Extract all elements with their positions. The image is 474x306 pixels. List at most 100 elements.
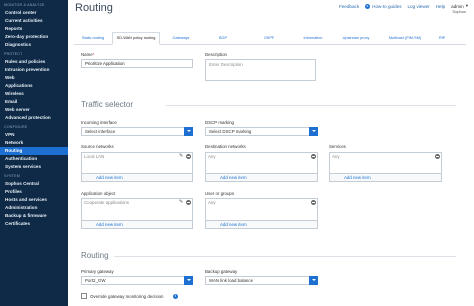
how-to-guides-link[interactable]: ▸ How-to guides [365, 3, 402, 9]
sidebar-item-email[interactable]: Email [0, 98, 68, 106]
top-links: Feedback ▸ How-to guides Log viewer Help … [339, 3, 468, 9]
sidebar-item-web-server[interactable]: Web server [0, 106, 68, 114]
primary-gateway-select[interactable]: Port2_GW [81, 276, 193, 285]
remove-icon[interactable] [435, 154, 440, 159]
pencil-icon[interactable]: ✎ [179, 154, 184, 159]
destination-network-item: Any [208, 154, 216, 159]
chevron-down-icon [309, 276, 318, 285]
sidebar-item-vpn[interactable]: VPN [0, 131, 68, 139]
sidebar-item-sophos-central[interactable]: Sophos Central [0, 180, 68, 188]
tab-sdwan-policy-routing[interactable]: SD-WAN policy routing [112, 32, 160, 45]
sidebar-item-authentication[interactable]: Authentication [0, 155, 68, 163]
sidebar-item-web[interactable]: Web [0, 74, 68, 82]
user-name: admin [451, 3, 464, 9]
application-object-list: Cooperate applications ✎ Add new item [81, 198, 193, 229]
service-item: Any [332, 154, 340, 159]
incoming-interface-value: Select interface [85, 129, 116, 134]
name-input[interactable]: Prioritize Application [81, 59, 193, 68]
sidebar-item-current-activities[interactable]: Current activities [0, 17, 68, 25]
sidebar: MONITOR & ANALYZE Control center Current… [0, 0, 68, 306]
sidebar-section-protect: PROTECT [4, 52, 23, 56]
tab-upstream-proxy[interactable]: Upstream proxy [332, 32, 380, 45]
override-label: Override gateway monitoring decision [90, 294, 164, 299]
routing-heading: Routing [81, 251, 109, 260]
sidebar-item-routing[interactable]: Routing [0, 147, 68, 155]
incoming-interface-label: Incoming interface [81, 120, 117, 125]
description-textarea[interactable]: Enter Description [205, 59, 316, 81]
sidebar-item-network[interactable]: Network [0, 139, 68, 147]
sidebar-item-administration[interactable]: Administration [0, 204, 68, 212]
remove-icon[interactable] [311, 200, 316, 205]
remove-icon[interactable] [186, 154, 191, 159]
tab-information[interactable]: Information [294, 32, 332, 45]
source-network-item: Local LAN [84, 154, 105, 159]
pencil-icon[interactable]: ✎ [179, 200, 184, 205]
sidebar-item-certificates[interactable]: Certificates [0, 220, 68, 228]
services-list: Any Add new item [329, 152, 442, 182]
sidebar-item-diagnostics[interactable]: Diagnostics [0, 41, 68, 49]
section-divider [166, 105, 456, 106]
sidebar-item-reports[interactable]: Reports [0, 25, 68, 33]
chevron-down-icon: ▾ [465, 3, 468, 8]
sidebar-item-backup[interactable]: Backup & firmware [0, 212, 68, 220]
tab-bgp[interactable]: BGP [202, 32, 244, 45]
description-label: Description [205, 52, 227, 57]
source-networks-list: Local LAN ✎ Add new item [81, 152, 193, 182]
feedback-link[interactable]: Feedback [339, 4, 359, 9]
user-groups-label: User or groups [205, 191, 235, 196]
tab-multicast[interactable]: Multicast (PIM-SM) [380, 32, 430, 45]
backup-gateway-select[interactable]: WAN link load balance [205, 276, 318, 285]
sidebar-section-configure: CONFIGURE [4, 125, 28, 129]
destination-networks-add-button[interactable]: Add new item [206, 173, 317, 181]
log-viewer-link[interactable]: Log viewer [408, 4, 430, 9]
sidebar-item-applications[interactable]: Applications [0, 82, 68, 90]
application-object-item: Cooperate applications [84, 200, 129, 205]
traffic-selector-heading: Traffic selector [81, 100, 134, 109]
user-groups-add-button[interactable]: Add new item [206, 220, 317, 228]
sidebar-item-control-center[interactable]: Control center [0, 9, 68, 17]
dscp-select[interactable]: Select DSCP marking [205, 127, 318, 136]
tab-static-routing[interactable]: Static routing [74, 32, 112, 45]
backup-gateway-value: WAN link load balance [209, 278, 254, 283]
tab-gateways[interactable]: Gateways [160, 32, 202, 45]
dscp-label: DSCP marking [205, 120, 234, 125]
play-icon: ▸ [365, 3, 371, 9]
sidebar-item-advanced-protection[interactable]: Advanced protection [0, 114, 68, 122]
sidebar-item-system-services[interactable]: System services [0, 163, 68, 171]
org-name: Sophos [452, 9, 466, 14]
services-add-button[interactable]: Add new item [330, 173, 441, 181]
tab-rip[interactable]: RIP [430, 32, 454, 45]
primary-gateway-label: Primary gateway [81, 269, 114, 274]
user-group-item: Any [208, 200, 216, 205]
primary-gateway-value: Port2_GW [85, 278, 106, 283]
application-object-label: Application object [81, 191, 116, 196]
source-networks-add-button[interactable]: Add new item [82, 173, 192, 181]
sidebar-item-intrusion[interactable]: Intrusion prevention [0, 66, 68, 74]
destination-networks-list: Any Add new item [205, 152, 318, 182]
override-checkbox[interactable] [81, 293, 87, 299]
services-label: Services [329, 144, 346, 149]
how-to-guides-label: How-to guides [372, 3, 402, 9]
backup-gateway-label: Backup gateway [205, 269, 238, 274]
info-icon[interactable]: i [173, 294, 178, 299]
sidebar-item-wireless[interactable]: Wireless [0, 90, 68, 98]
sidebar-item-zero-day[interactable]: Zero-day protection [0, 33, 68, 41]
tab-bar: Static routing SD-WAN policy routing Gat… [74, 32, 466, 45]
page-title: Routing [75, 2, 113, 14]
incoming-interface-select[interactable]: Select interface [81, 127, 193, 136]
tab-ospf[interactable]: OSPF [244, 32, 294, 45]
remove-icon[interactable] [311, 154, 316, 159]
chevron-down-icon [184, 127, 193, 136]
help-link[interactable]: Help [436, 4, 445, 9]
sidebar-section-monitor: MONITOR & ANALYZE [4, 3, 45, 7]
source-networks-label: Source networks [81, 144, 114, 149]
sidebar-item-rules[interactable]: Rules and policies [0, 58, 68, 66]
destination-networks-label: Destination networks [205, 144, 246, 149]
dscp-value: Select DSCP marking [209, 129, 252, 134]
application-object-add-button[interactable]: Add new item [82, 220, 192, 228]
sidebar-section-system: SYSTEM [4, 174, 20, 178]
remove-icon[interactable] [186, 200, 191, 205]
sidebar-item-hosts-services[interactable]: Hosts and services [0, 196, 68, 204]
chevron-down-icon [309, 127, 318, 136]
sidebar-item-profiles[interactable]: Profiles [0, 188, 68, 196]
